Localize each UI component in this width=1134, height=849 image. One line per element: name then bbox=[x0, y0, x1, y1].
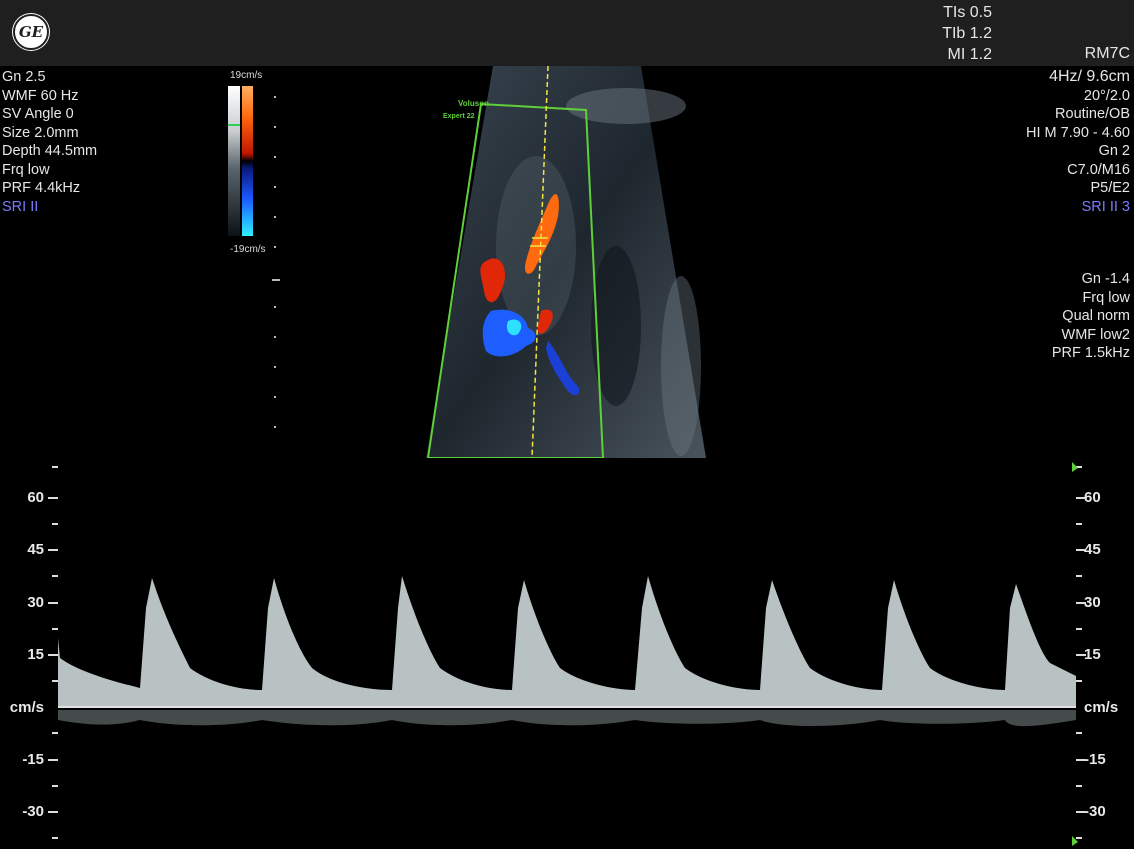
right-parameters: 4Hz/ 9.6cm 20°/2.0 Routine/OB HI M 7.90 … bbox=[1026, 68, 1130, 216]
colorbar-bottom-label: -19cm/s bbox=[230, 244, 266, 255]
tis-value: TIs 0.5 bbox=[943, 4, 992, 21]
mi-value: MI 1.2 bbox=[947, 46, 992, 63]
left-parameters: Gn 2.5 WMF 60 Hz SV Angle 0 Size 2.0mm D… bbox=[2, 68, 97, 216]
scale-ticks bbox=[48, 462, 1086, 846]
color-prf: PRF 1.5kHz bbox=[1051, 345, 1130, 361]
param-prf: PRF 4.4kHz bbox=[2, 180, 81, 196]
safety-indices: TIs 0.5 TIb 1.2 MI 1.2 bbox=[900, 2, 992, 65]
param-sv-angle: SV Angle 0 bbox=[2, 106, 74, 122]
grayscale-bar bbox=[228, 86, 240, 236]
param-sri: SRI II bbox=[2, 198, 39, 215]
top-header-bar: GE TIs 0.5 TIb 1.2 MI 1.2 RM7C bbox=[0, 0, 1134, 66]
param-preset: Routine/OB bbox=[1055, 106, 1130, 122]
param-sri-3: SRI II 3 bbox=[1081, 198, 1130, 215]
param-hi: HI M 7.90 - 4.60 bbox=[1026, 124, 1130, 141]
param-frq: Frq low bbox=[2, 161, 50, 178]
param-cm: C7.0/M16 bbox=[1067, 161, 1130, 178]
param-wmf: WMF 60 Hz bbox=[2, 87, 79, 104]
tib-value: TIb 1.2 bbox=[942, 25, 992, 42]
color-quality: Qual norm bbox=[1062, 308, 1130, 324]
param-size: Size 2.0mm bbox=[2, 124, 79, 141]
expert-label: Expert 22 bbox=[443, 113, 475, 120]
colorbar-top-label: 19cm/s bbox=[230, 70, 263, 81]
param-pe: P5/E2 bbox=[1090, 180, 1131, 196]
voluson-label: Voluson bbox=[458, 99, 489, 108]
param-gain-2: Gn 2 bbox=[1098, 143, 1130, 159]
color-gain: Gn -1.4 bbox=[1081, 271, 1130, 287]
param-gain: Gn 2.5 bbox=[2, 69, 46, 85]
color-parameters: Gn -1.4 Frq low Qual norm WMF low2 PRF 1… bbox=[1052, 270, 1130, 363]
color-velocity-bar bbox=[242, 86, 253, 236]
color-doppler-image: Voluson Expert 22 bbox=[426, 66, 706, 458]
color-wmf: WMF low2 bbox=[1061, 326, 1130, 343]
depth-scale bbox=[272, 96, 280, 428]
probe-name: RM7C bbox=[1084, 45, 1130, 62]
param-frame-depth: 4Hz/ 9.6cm bbox=[1049, 68, 1130, 85]
color-frq: Frq low bbox=[1082, 289, 1130, 306]
param-angle: 20°/2.0 bbox=[1083, 87, 1130, 104]
gray-marker bbox=[228, 124, 240, 126]
param-depth: Depth 44.5mm bbox=[2, 143, 98, 159]
ge-logo: GE bbox=[12, 13, 50, 51]
ge-logo-icon: GE bbox=[13, 14, 49, 50]
